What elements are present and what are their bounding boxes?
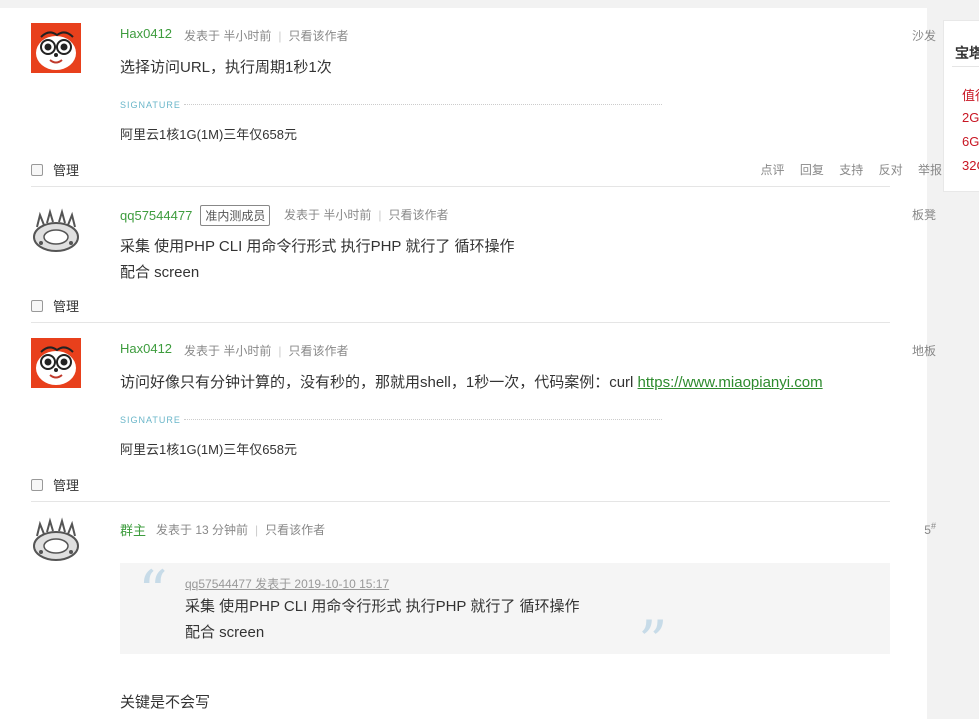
floor-label[interactable]: 5# xyxy=(924,521,936,537)
signature-text[interactable]: 阿里云1核1G(1M)三年仅658元 xyxy=(120,124,297,143)
manage-label: 管理 xyxy=(53,478,80,493)
manage-checkbox[interactable] xyxy=(31,163,43,176)
signature-divider xyxy=(184,104,662,105)
signature-divider xyxy=(184,419,662,420)
oppose-button[interactable]: 反对 xyxy=(879,163,903,177)
signature-label: SIGNATURE xyxy=(120,100,181,110)
post-divider xyxy=(31,501,890,502)
quote-block: “ qq57544477 发表于 2019-10-10 15:17 采集 使用P… xyxy=(120,558,890,671)
reply-button[interactable]: 回复 xyxy=(800,163,824,177)
post-content: 关键是不会写 xyxy=(120,694,211,711)
manage-control[interactable]: 管理 xyxy=(31,475,79,494)
quote-line: 采集 使用PHP CLI 用命令行形式 执行PHP 就行了 循环操作 xyxy=(185,598,580,615)
cartoon-avatar-icon[interactable] xyxy=(31,338,81,388)
member-badge: 准内测成员 xyxy=(200,205,271,226)
floor-label[interactable]: 板凳 xyxy=(912,206,936,223)
only-author-link[interactable]: 只看该作者 xyxy=(288,344,348,358)
post-author[interactable]: Hax0412 xyxy=(120,341,172,356)
manage-label: 管理 xyxy=(53,299,80,314)
signature-label: SIGNATURE xyxy=(120,415,181,425)
only-author-link[interactable]: 只看该作者 xyxy=(388,208,448,222)
post-meta: 发表于 半小时前 | 只看该作者 xyxy=(184,344,349,358)
manage-control[interactable]: 管理 xyxy=(31,160,79,179)
sidebar-link[interactable]: 32G xyxy=(962,158,979,173)
manage-control[interactable]: 管理 xyxy=(31,296,79,315)
content-text: 访问好像只有分钟计算的，没有秒的，那就用shell，1秒一次，代码案例：curl xyxy=(120,374,638,391)
manage-checkbox[interactable] xyxy=(31,299,43,312)
manage-checkbox[interactable] xyxy=(31,478,43,491)
post-author-row: qq57544477 准内测成员 xyxy=(120,205,276,226)
quote-source[interactable]: qq57544477 发表于 2019-10-10 15:17 xyxy=(185,575,389,592)
post-time: 发表于 13 分钟前 xyxy=(156,523,249,537)
post-time: 发表于 半小时前 xyxy=(184,29,272,43)
post-author[interactable]: Hax0412 xyxy=(120,26,172,41)
sidebar-link[interactable]: 2G xyxy=(962,110,979,125)
post-divider xyxy=(31,186,890,187)
post-meta: 发表于 半小时前 | 只看该作者 xyxy=(184,29,349,43)
post-actions: 点评 回复 支持 反对 举报 xyxy=(749,161,942,178)
manage-label: 管理 xyxy=(53,163,80,178)
post-content: 选择访问URL，执行周期1秒1次 xyxy=(120,59,332,76)
quote-line: 配合 screen xyxy=(185,624,265,641)
post-meta: 发表于 13 分钟前 | 只看该作者 xyxy=(156,523,326,537)
post-time: 发表于 半小时前 xyxy=(184,344,272,358)
post-author[interactable]: 群主 xyxy=(120,520,146,539)
content-line: 配合 screen xyxy=(120,264,200,281)
floor-label[interactable]: 地板 xyxy=(912,342,936,359)
sidebar-link[interactable]: 6G xyxy=(962,134,979,149)
signature-text[interactable]: 阿里云1核1G(1M)三年仅658元 xyxy=(120,439,297,458)
floor-label[interactable]: 沙发 xyxy=(912,27,936,44)
only-author-link[interactable]: 只看该作者 xyxy=(288,29,348,43)
post-content: 采集 使用PHP CLI 用命令行形式 执行PHP 就行了 循环操作 配合 sc… xyxy=(120,234,515,286)
content-line: 采集 使用PHP CLI 用命令行形式 执行PHP 就行了 循环操作 xyxy=(120,238,515,255)
post-author[interactable]: qq57544477 xyxy=(120,208,192,223)
quote-open-icon: “ xyxy=(138,558,168,626)
sidebar-title: 宝塔 xyxy=(955,45,979,61)
quote-text: 采集 使用PHP CLI 用命令行形式 执行PHP 就行了 循环操作 配合 sc… xyxy=(185,594,580,646)
sidebar-divider xyxy=(952,66,979,67)
post-content: 访问好像只有分钟计算的，没有秒的，那就用shell，1秒一次，代码案例：curl… xyxy=(120,370,823,396)
default-avatar-icon[interactable] xyxy=(31,207,81,257)
sidebar-link[interactable]: 值得 xyxy=(962,85,979,104)
post-divider xyxy=(31,322,890,323)
floor-number: 5 xyxy=(924,523,931,537)
sidebar-panel: 宝塔 值得 2G 6G 32G xyxy=(943,20,979,192)
report-button[interactable]: 举报 xyxy=(918,163,942,177)
content-link[interactable]: https://www.miaopianyi.com xyxy=(638,374,823,391)
floor-hash: # xyxy=(930,521,936,531)
post-time: 发表于 半小时前 xyxy=(284,208,372,222)
comment-button[interactable]: 点评 xyxy=(761,163,785,177)
only-author-link[interactable]: 只看该作者 xyxy=(265,523,325,537)
default-avatar-icon[interactable] xyxy=(31,516,81,566)
post-meta: 发表于 半小时前 | 只看该作者 xyxy=(284,208,449,222)
quote-close-icon: ” xyxy=(638,608,668,676)
support-button[interactable]: 支持 xyxy=(839,163,863,177)
cartoon-avatar-icon[interactable] xyxy=(31,23,81,73)
